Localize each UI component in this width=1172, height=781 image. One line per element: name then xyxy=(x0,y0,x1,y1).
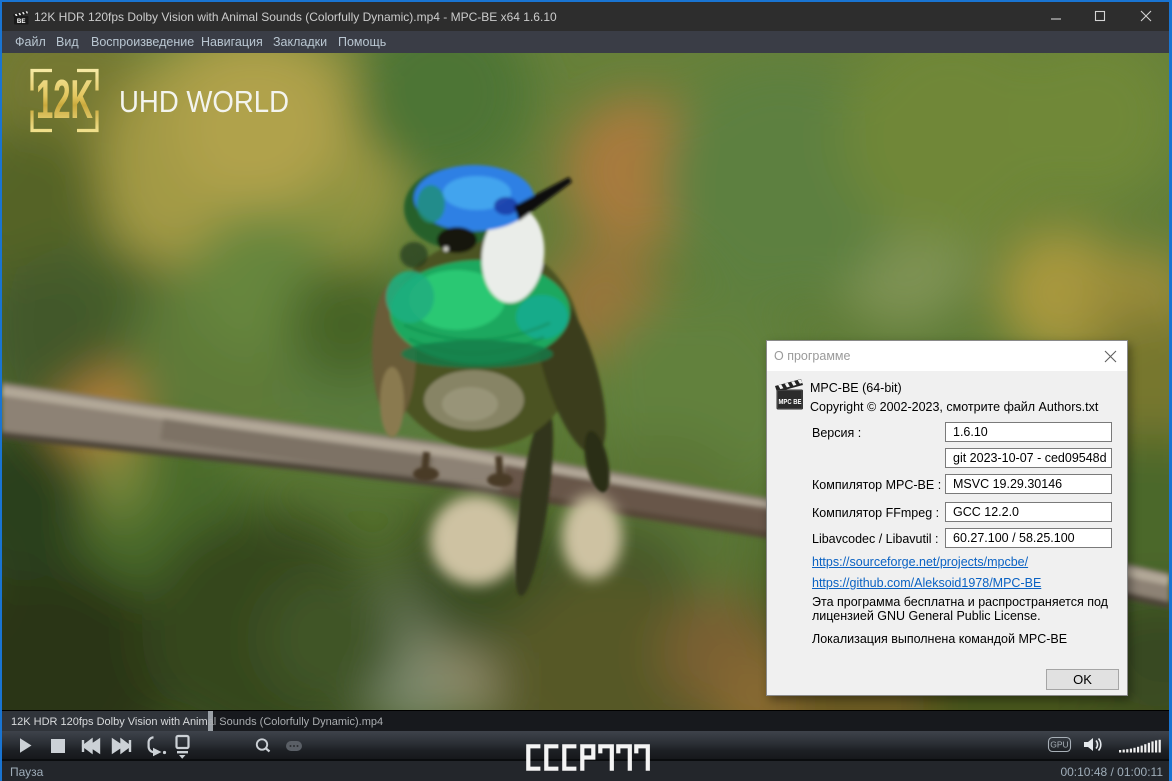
svg-text:BE: BE xyxy=(17,18,26,25)
svg-text:MPC BE: MPC BE xyxy=(779,397,802,406)
svg-text:12K: 12K xyxy=(36,68,93,130)
svg-text:UHD WORLD: UHD WORLD xyxy=(119,84,289,119)
svg-text:GPU: GPU xyxy=(1050,740,1068,750)
